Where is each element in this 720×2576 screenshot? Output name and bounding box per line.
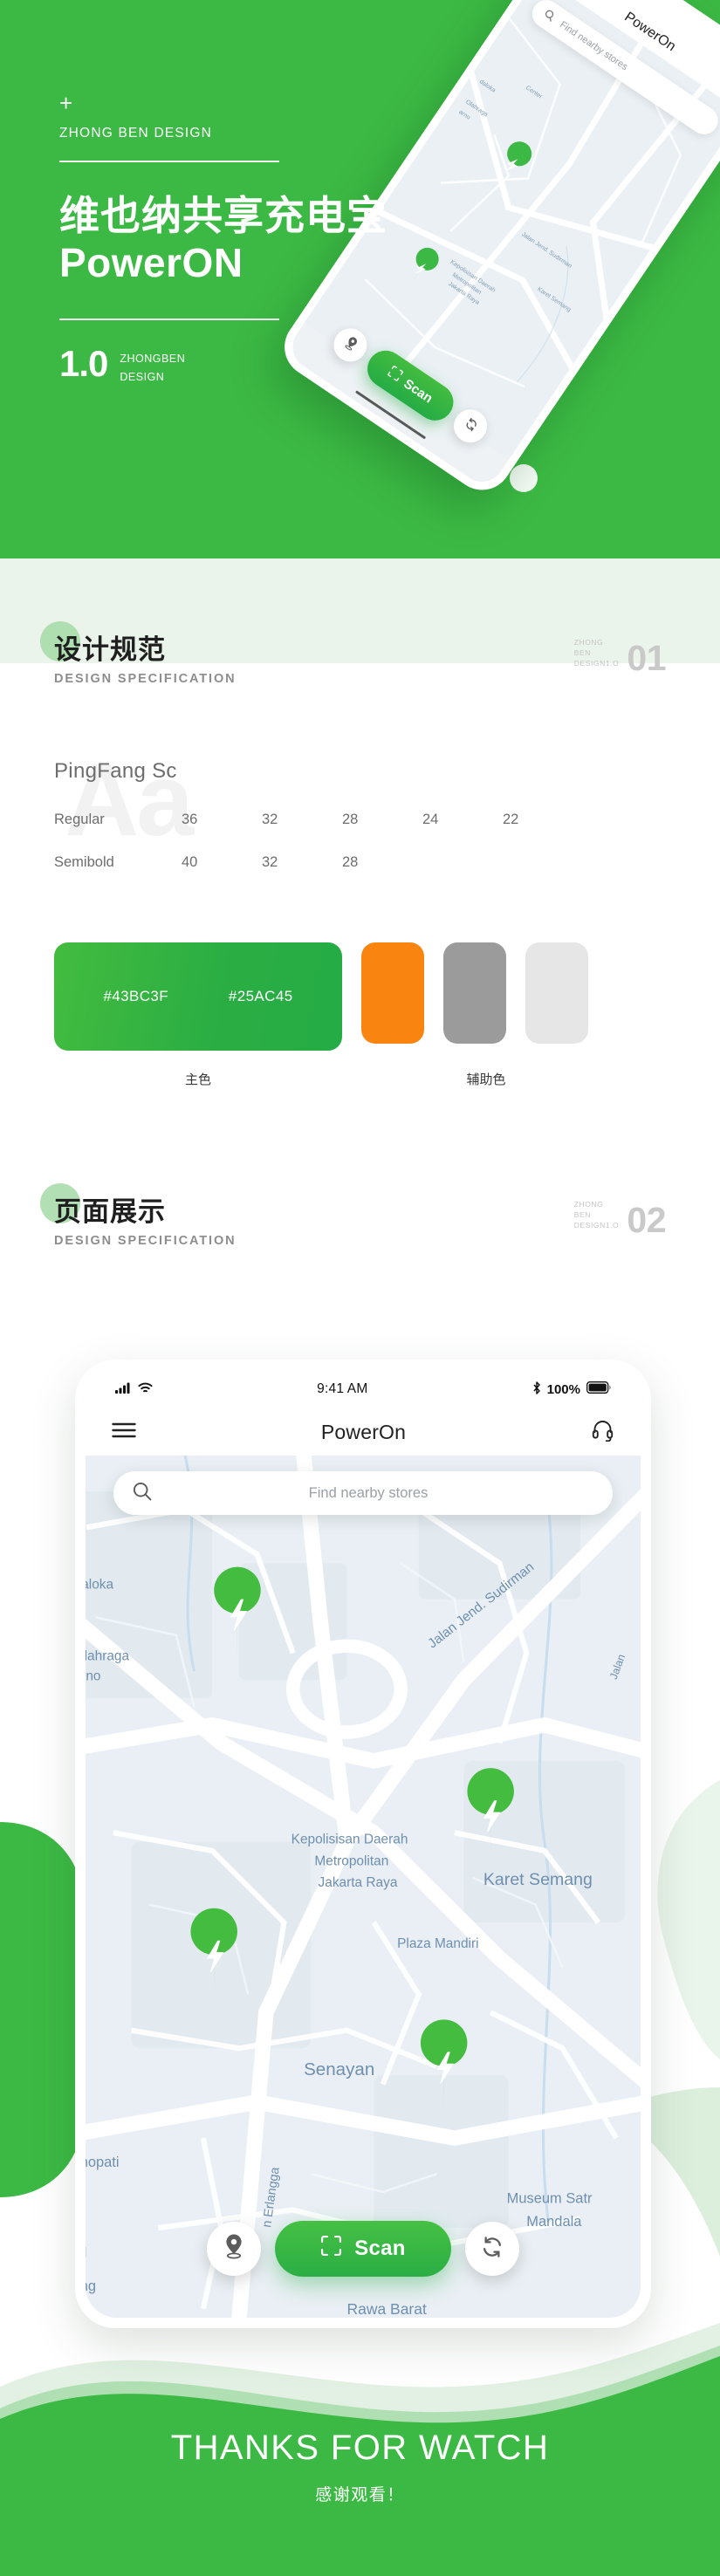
hero-dot — [510, 464, 538, 492]
version-sub-line1: ZHONGBEN — [120, 352, 186, 365]
search-input[interactable]: Find nearby stores — [113, 1471, 613, 1515]
map-label: Olahraga — [86, 1649, 129, 1664]
refresh-icon — [481, 2236, 504, 2263]
section-heading-page-showcase: 页面展示 DESIGN SPECIFICATION ZHONG BEN DESI… — [40, 1183, 666, 1248]
hero-divider-top — [59, 161, 279, 162]
map-label: Jakarta Raya — [319, 1875, 398, 1890]
wifi-icon — [138, 1382, 153, 1397]
map-label: daloka — [86, 1577, 113, 1592]
search-icon — [541, 8, 557, 24]
footer: THANKS FOR WATCH 感谢观看！ — [0, 2358, 720, 2576]
typography-row-semibold: Semibold 40 32 28 — [54, 854, 665, 871]
hero-divider-bottom — [59, 318, 279, 320]
search-placeholder: Find nearby stores — [308, 1484, 429, 1501]
map-label: Karet Semang — [483, 1870, 593, 1889]
typography-size: 36 — [182, 812, 198, 827]
map-label: Rawa Barat — [346, 2300, 426, 2318]
app-navbar: PowerOn — [86, 1408, 641, 1456]
scan-label: Scan — [354, 2237, 406, 2260]
primary-color-caption: 主色 — [184, 1072, 211, 1087]
version-subtitle: ZHONGBEN DESIGN — [120, 346, 185, 388]
aux-color-swatch-light — [525, 942, 588, 1044]
typography-size: 32 — [262, 854, 278, 870]
map-label: Museum Satr — [507, 2190, 593, 2206]
hero-title-line1: 维也纳共享充电宝 — [59, 193, 387, 238]
typography-size: 32 — [262, 812, 278, 827]
right-accent-pale — [657, 1780, 720, 2059]
section-heading-design-spec: 设计规范 DESIGN SPECIFICATION ZHONG BEN DESI… — [40, 621, 666, 686]
status-bar-left — [115, 1382, 153, 1397]
version-sub-line2: DESIGN — [120, 371, 165, 384]
status-bar-right: 100% — [532, 1380, 611, 1398]
typography-size: 28 — [342, 812, 359, 827]
map-label: Kepolisisan Daerah — [291, 1833, 408, 1847]
hero-title-line2: PowerON — [59, 240, 243, 286]
typography-weight-label: Regular — [54, 812, 105, 827]
page-title: 维也纳共享充电宝 PowerON — [59, 192, 461, 287]
map-canvas: Center daloka Olahraga arno Jalan Jend. … — [86, 1456, 641, 2318]
swatch-captions: 主色 辅助色 — [54, 1070, 665, 1088]
scan-button[interactable]: Scan — [275, 2221, 451, 2277]
refresh-icon — [461, 415, 480, 436]
typography-spec: Aa PingFang Sc Regular 36 32 28 24 22 Se… — [54, 749, 665, 897]
refresh-button[interactable] — [464, 2222, 519, 2276]
aux-color-caption: 辅助色 — [466, 1072, 506, 1087]
status-bar-time: 9:41 AM — [317, 1381, 368, 1396]
swatch-row: #43BC3F #25AC45 — [54, 942, 665, 1051]
phone-screen: 9:41 AM 100% PowerOn loka ahraga no Jala… — [86, 1370, 641, 2318]
map-view[interactable]: Center daloka Olahraga arno Jalan Jend. … — [86, 1456, 641, 2318]
hero-content: + ZHONG BEN DESIGN 维也纳共享充电宝 PowerON 1.0 … — [59, 90, 461, 388]
map-label: Plaza Mandiri — [397, 1936, 478, 1951]
map-label: arno — [86, 1668, 100, 1683]
typography-size: 40 — [182, 854, 198, 870]
bluetooth-icon — [532, 1380, 541, 1398]
headset-icon[interactable] — [591, 1419, 614, 1446]
search-icon — [133, 1482, 152, 1505]
location-pin-icon — [223, 2234, 245, 2264]
locate-me-button[interactable] — [207, 2222, 262, 2276]
version-number: 1.0 — [59, 342, 108, 384]
typography-size: 22 — [503, 812, 519, 827]
hamburger-menu-icon[interactable] — [112, 1422, 136, 1443]
plus-mark: + — [59, 90, 73, 116]
typography-size: 24 — [422, 812, 439, 827]
map-label: enopati — [86, 2155, 120, 2170]
brand-kicker: ZHONG BEN DESIGN — [59, 126, 213, 140]
map-label: Metropolitan — [314, 1853, 388, 1868]
left-accent-shape — [0, 1822, 84, 2197]
footer-thanks-en: THANKS FOR WATCH — [170, 2429, 550, 2467]
section-title-en: DESIGN SPECIFICATION — [54, 1233, 237, 1248]
map-label: Ker — [86, 2305, 93, 2318]
qr-scan-icon — [320, 2235, 342, 2263]
typography-size: 28 — [342, 854, 359, 870]
version-block: 1.0 ZHONGBEN DESIGN — [59, 342, 461, 388]
phone-showcase-mockup: 9:41 AM 100% PowerOn loka ahraga no Jala… — [75, 1360, 651, 2328]
color-palette: #43BC3F #25AC45 主色 辅助色 — [54, 942, 665, 1088]
section-title-cn: 设计规范 — [54, 634, 166, 665]
hero-section: ▂▄▆█ 9:41 AM PowerOn — [0, 0, 720, 558]
app-title: PowerOn — [320, 1420, 407, 1443]
primary-color-left-hex: #43BC3F — [103, 988, 169, 1004]
battery-percent-label: 100% — [546, 1381, 580, 1397]
aux-color-swatch-gray — [443, 942, 506, 1044]
section-title-en: DESIGN SPECIFICATION — [54, 671, 237, 686]
typography-row-regular: Regular 36 32 28 24 22 — [54, 812, 665, 828]
footer-thanks-cn: 感谢观看！ — [315, 2486, 405, 2504]
aux-color-swatch-orange — [361, 942, 424, 1044]
primary-color-swatch: #43BC3F #25AC45 — [54, 942, 342, 1051]
map-label: ong — [86, 2278, 96, 2294]
map-bottom-controls: Scan — [86, 2220, 641, 2278]
typography-family: PingFang Sc — [54, 759, 177, 783]
hero-refresh-button[interactable] — [447, 402, 494, 449]
section-title-cn: 页面展示 — [54, 1196, 166, 1227]
typography-weight-label: Semibold — [54, 854, 114, 870]
status-bar: 9:41 AM 100% — [86, 1370, 641, 1408]
map-label: Senayan — [304, 2059, 374, 2079]
cellular-signal-icon — [115, 1382, 132, 1397]
primary-color-right-hex: #25AC45 — [228, 988, 293, 1004]
battery-full-icon — [586, 1381, 611, 1397]
